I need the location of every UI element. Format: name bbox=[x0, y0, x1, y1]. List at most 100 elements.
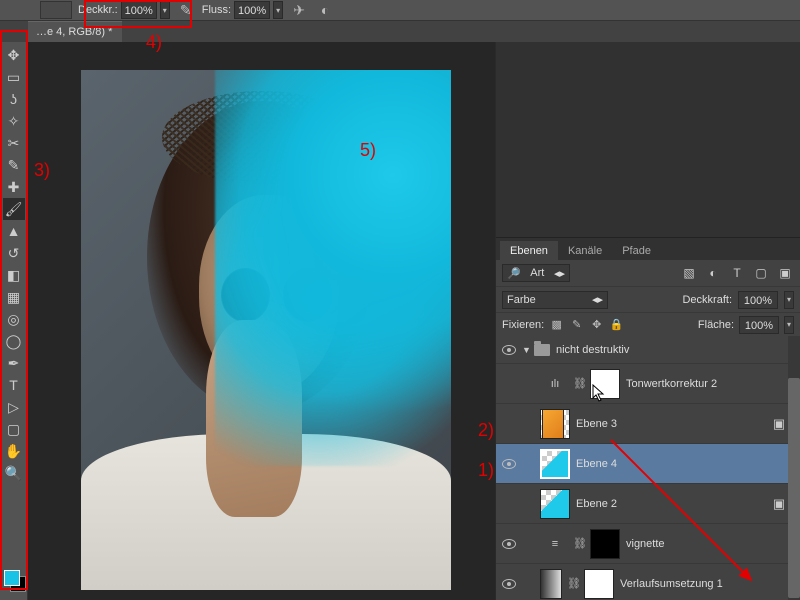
layer-name[interactable]: Verlaufsumsetzung 1 bbox=[620, 578, 794, 590]
lock-position-icon[interactable]: ✥ bbox=[589, 317, 604, 332]
brush-tool[interactable]: 🖌 bbox=[3, 198, 25, 220]
gradient-tool[interactable]: ▦ bbox=[3, 286, 25, 308]
blur-tool[interactable]: ◎ bbox=[3, 308, 25, 330]
lock-all-icon[interactable]: 🔒 bbox=[609, 317, 624, 332]
pressure-size-icon[interactable]: ◐ bbox=[315, 0, 335, 20]
upper-panel-placeholder bbox=[496, 42, 800, 238]
opacity-control: Deckkr.: 100% ▾ bbox=[78, 1, 170, 19]
lock-transparent-icon[interactable]: ▩ bbox=[549, 317, 564, 332]
foreground-color-swatch[interactable] bbox=[4, 570, 20, 586]
layer-thumb[interactable] bbox=[540, 489, 570, 519]
filter-kind-select[interactable]: 🔎Art◂▸ bbox=[502, 264, 570, 282]
crop-tool[interactable]: ✂ bbox=[3, 132, 25, 154]
tab-layers[interactable]: Ebenen bbox=[500, 241, 558, 260]
visibility-eye-icon[interactable] bbox=[502, 459, 516, 469]
layers-panel: Ebenen Kanäle Pfade 🔎Art◂▸ ▧ ◐ T ▢ ▣ bbox=[496, 238, 800, 600]
layer-name[interactable]: vignette bbox=[626, 538, 794, 550]
lasso-tool[interactable]: ʖ bbox=[3, 88, 25, 110]
group-twisty-icon[interactable]: ▼ bbox=[522, 345, 534, 355]
visibility-eye-icon[interactable] bbox=[502, 345, 516, 355]
tab-paths[interactable]: Pfade bbox=[612, 241, 661, 260]
panel-tab-strip: Ebenen Kanäle Pfade bbox=[496, 238, 800, 260]
layer-row-tonwert[interactable]: ılı ⛓ Tonwertkorrektur 2 bbox=[496, 364, 800, 404]
effects-icon: ≡ bbox=[540, 537, 570, 551]
pen-tool[interactable]: ✒ bbox=[3, 352, 25, 374]
filter-shape-icon[interactable]: ▢ bbox=[752, 264, 770, 282]
eraser-tool[interactable]: ◧ bbox=[3, 264, 25, 286]
link-icon[interactable]: ⛓ bbox=[574, 378, 586, 390]
dodge-tool[interactable]: ◯ bbox=[3, 330, 25, 352]
opacity-dropdown-arrow[interactable]: ▾ bbox=[160, 1, 170, 19]
layer-thumb[interactable] bbox=[540, 449, 570, 479]
filter-pixel-icon[interactable]: ▧ bbox=[680, 264, 698, 282]
filter-type-icon[interactable]: T bbox=[728, 264, 746, 282]
hand-tool[interactable]: ✋ bbox=[3, 440, 25, 462]
lock-label: Fixieren: bbox=[502, 319, 544, 331]
opacity-value[interactable]: 100% bbox=[121, 1, 157, 19]
folder-icon bbox=[534, 344, 550, 356]
fill-label: Fläche: bbox=[698, 319, 734, 331]
path-select-tool[interactable]: ▷ bbox=[3, 396, 25, 418]
shape-tool[interactable]: ▢ bbox=[3, 418, 25, 440]
type-tool[interactable]: T bbox=[3, 374, 25, 396]
visibility-eye-icon[interactable] bbox=[502, 539, 516, 549]
link-icon[interactable]: ⛓ bbox=[574, 538, 586, 550]
flow-control: Fluss: 100% ▾ bbox=[202, 1, 283, 19]
layer-opacity-label: Deckkraft: bbox=[682, 294, 732, 306]
mask-thumb[interactable] bbox=[584, 569, 614, 599]
healing-tool[interactable]: ✚ bbox=[3, 176, 25, 198]
levels-adjust-icon: ılı bbox=[540, 377, 570, 391]
brush-preset-dropdown[interactable] bbox=[40, 1, 72, 19]
layer-thumb-content[interactable] bbox=[542, 409, 564, 439]
airbrush-icon[interactable]: ✈ bbox=[289, 0, 309, 20]
layer-opacity-value[interactable]: 100% bbox=[738, 291, 778, 309]
fill-value[interactable]: 100% bbox=[739, 316, 779, 334]
tab-channels[interactable]: Kanäle bbox=[558, 241, 612, 260]
document-canvas[interactable] bbox=[81, 70, 451, 590]
layer-name[interactable]: Ebene 3 bbox=[576, 418, 766, 430]
canvas-area bbox=[28, 42, 495, 600]
smart-filter-icon[interactable]: ▣ bbox=[770, 415, 788, 433]
move-tool[interactable]: ✥ bbox=[3, 44, 25, 66]
eyedropper-tool[interactable]: ✎ bbox=[3, 154, 25, 176]
layers-scrollbar-thumb[interactable] bbox=[788, 378, 800, 598]
lock-fill-row: Fixieren: ▩ ✎ ✥ 🔒 Fläche: 100% ▾ bbox=[496, 312, 800, 336]
layer-group-row[interactable]: ▼ nicht destruktiv bbox=[496, 336, 800, 364]
layer-opacity-arrow[interactable]: ▾ bbox=[784, 291, 794, 309]
flow-label: Fluss: bbox=[202, 4, 231, 16]
magic-wand-tool[interactable]: ✧ bbox=[3, 110, 25, 132]
layer-name[interactable]: Ebene 2 bbox=[576, 498, 766, 510]
clone-stamp-tool[interactable]: ▲ bbox=[3, 220, 25, 242]
flow-value[interactable]: 100% bbox=[234, 1, 270, 19]
layer-row-ebene3[interactable]: Ebene 3 ▣ bbox=[496, 404, 800, 444]
layer-name[interactable]: Ebene 4 bbox=[576, 458, 794, 470]
filter-smart-icon[interactable]: ▣ bbox=[776, 264, 794, 282]
flow-dropdown-arrow[interactable]: ▾ bbox=[273, 1, 283, 19]
filter-adjust-icon[interactable]: ◐ bbox=[704, 264, 722, 282]
marquee-tool[interactable]: ▭ bbox=[3, 66, 25, 88]
fill-arrow[interactable]: ▾ bbox=[784, 316, 794, 334]
zoom-tool[interactable]: 🔍 bbox=[3, 462, 25, 484]
visibility-eye-icon[interactable] bbox=[502, 579, 516, 589]
layer-row-ebene2[interactable]: Ebene 2 ▣ bbox=[496, 484, 800, 524]
layer-name[interactable]: Tonwertkorrektur 2 bbox=[626, 378, 794, 390]
options-bar: Deckkr.: 100% ▾ ✎ Fluss: 100% ▾ ✈ ◐ bbox=[0, 0, 800, 21]
document-tab[interactable]: …e 4, RGB/8) * bbox=[28, 21, 122, 42]
layer-row-verlauf[interactable]: ⛓ Verlaufsumsetzung 1 bbox=[496, 564, 800, 600]
pressure-opacity-icon[interactable]: ✎ bbox=[176, 0, 196, 20]
cyan-paint-overlay bbox=[215, 70, 451, 466]
blend-mode-select[interactable]: Farbe◂▸ bbox=[502, 291, 608, 309]
layers-list: ▼ nicht destruktiv ılı ⛓ Tonwertkorrektu… bbox=[496, 336, 800, 600]
history-brush-tool[interactable]: ↺ bbox=[3, 242, 25, 264]
layer-row-ebene4[interactable]: Ebene 4 bbox=[496, 444, 800, 484]
mask-thumb[interactable] bbox=[590, 529, 620, 559]
gradmap-thumb[interactable] bbox=[540, 569, 562, 599]
lock-paint-icon[interactable]: ✎ bbox=[569, 317, 584, 332]
group-name[interactable]: nicht destruktiv bbox=[556, 344, 794, 356]
mouse-cursor-icon bbox=[592, 384, 606, 402]
layers-scrollbar-track[interactable] bbox=[788, 336, 800, 600]
layer-row-vignette[interactable]: ≡ ⛓ vignette bbox=[496, 524, 800, 564]
toolbox: ✥ ▭ ʖ ✧ ✂ ✎ ✚ 🖌 ▲ ↺ ◧ ▦ ◎ ◯ ✒ T ▷ ▢ ✋ 🔍 bbox=[0, 42, 28, 600]
smart-filter-icon[interactable]: ▣ bbox=[770, 495, 788, 513]
link-icon[interactable]: ⛓ bbox=[568, 578, 580, 590]
